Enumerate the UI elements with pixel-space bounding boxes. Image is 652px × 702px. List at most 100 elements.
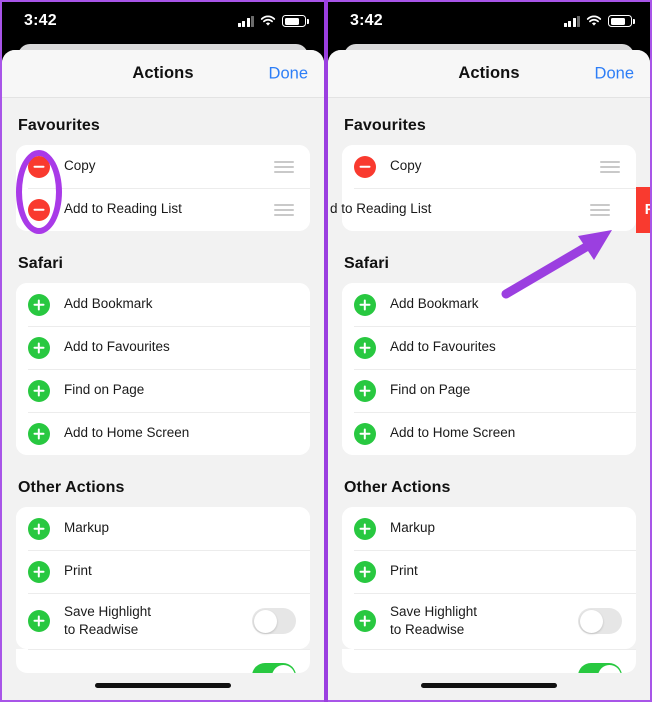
sheet-body[interactable]: Favourites Copy d to Reading List Remove	[328, 99, 650, 702]
favourites-card: Copy d to Reading List Remove	[330, 145, 650, 233]
list-item-label: Add to Home Screen	[64, 425, 190, 441]
wifi-icon	[260, 15, 276, 26]
cellular-signal-icon	[237, 15, 254, 27]
list-item-label: Copy	[390, 158, 422, 174]
list-item-find-on-page[interactable]: Find on Page	[342, 369, 636, 412]
section-title-favourites: Favourites	[18, 117, 100, 134]
partial-row-toggle[interactable]	[578, 663, 622, 673]
status-time: 3:42	[350, 12, 383, 29]
list-item-label: Add to Reading List	[64, 201, 182, 217]
sheet-header: Actions Done	[2, 50, 324, 98]
done-button[interactable]: Done	[595, 64, 634, 83]
list-item-add-to-reading-list-swiped[interactable]: d to Reading List Remove	[330, 187, 650, 233]
home-indicator	[95, 683, 231, 688]
plus-circle-icon[interactable]	[354, 610, 376, 632]
section-other-actions: Other Actions Markup Print Save Highligh…	[328, 461, 650, 673]
status-time: 3:42	[24, 12, 57, 29]
readwise-toggle[interactable]	[578, 608, 622, 634]
list-item-label: d to Reading List	[330, 201, 432, 217]
done-button[interactable]: Done	[269, 64, 308, 83]
actions-sheet-left: Actions Done Favourites Copy Add to Read…	[2, 50, 324, 702]
left-phone-panel: 3:42 Actions Done Favourites Copy Add to…	[0, 0, 326, 702]
section-title-favourites: Favourites	[344, 117, 426, 134]
status-indicators	[563, 15, 635, 27]
drag-handle-icon[interactable]	[600, 160, 620, 173]
list-item-add-bookmark[interactable]: Add Bookmark	[342, 283, 636, 326]
plus-circle-icon[interactable]	[354, 422, 376, 445]
list-item-markup[interactable]: Markup	[16, 507, 310, 550]
minus-circle-icon[interactable]	[28, 198, 50, 221]
list-item-add-to-home-screen[interactable]: Add to Home Screen	[342, 412, 636, 455]
section-title-other-actions: Other Actions	[18, 479, 125, 496]
minus-circle-icon[interactable]	[354, 155, 376, 178]
plus-circle-icon[interactable]	[28, 517, 50, 540]
page-title: Actions	[458, 64, 520, 82]
battery-icon	[282, 15, 309, 27]
plus-circle-icon[interactable]	[28, 610, 50, 632]
screenshot-root: 3:42 Actions Done Favourites Copy Add to…	[0, 0, 652, 702]
section-favourites: Favourites Copy d to Reading List Remove	[328, 99, 650, 233]
actions-sheet-right: Actions Done Favourites Copy d to Readin	[328, 50, 650, 702]
list-item-label: Save Highlight to Readwise	[64, 603, 152, 637]
list-item-label: Find on Page	[390, 382, 471, 398]
plus-circle-icon[interactable]	[28, 422, 50, 445]
list-item-print[interactable]: Print	[342, 550, 636, 593]
list-item-label: Print	[390, 563, 418, 579]
list-item-print[interactable]: Print	[16, 550, 310, 593]
list-item-add-bookmark[interactable]: Add Bookmark	[16, 283, 310, 326]
section-safari: Safari Add Bookmark Add to Favourites Fi…	[328, 237, 650, 455]
page-title: Actions	[132, 64, 194, 82]
plus-circle-icon[interactable]	[28, 336, 50, 359]
partial-row-toggle[interactable]	[252, 663, 296, 673]
plus-circle-icon[interactable]	[354, 379, 376, 402]
list-item-copy[interactable]: Copy	[16, 145, 310, 188]
list-item-label: Copy	[64, 158, 96, 174]
list-item-add-to-favourites[interactable]: Add to Favourites	[16, 326, 310, 369]
section-title-safari: Safari	[344, 255, 390, 272]
plus-circle-icon[interactable]	[354, 293, 376, 316]
list-item-add-to-favourites[interactable]: Add to Favourites	[342, 326, 636, 369]
list-item-label: Save Highlight to Readwise	[390, 603, 478, 637]
list-item-label: Markup	[390, 520, 436, 536]
plus-circle-icon[interactable]	[354, 517, 376, 540]
list-item-find-on-page[interactable]: Find on Page	[16, 369, 310, 412]
list-item-add-to-home-screen[interactable]: Add to Home Screen	[16, 412, 310, 455]
plus-circle-icon[interactable]	[28, 560, 50, 583]
plus-circle-icon[interactable]	[28, 293, 50, 316]
safari-card: Add Bookmark Add to Favourites Find on P…	[16, 283, 310, 455]
wifi-icon	[586, 15, 602, 26]
list-item-markup[interactable]: Markup	[342, 507, 636, 550]
drag-handle-icon[interactable]	[274, 203, 294, 216]
list-item-label: Add to Home Screen	[390, 425, 516, 441]
status-indicators	[237, 15, 309, 27]
sheet-body[interactable]: Favourites Copy Add to Reading List Safa…	[2, 99, 324, 702]
list-item-label: Add Bookmark	[390, 296, 479, 312]
plus-circle-icon[interactable]	[28, 379, 50, 402]
other-actions-card: Markup Print Save Highlight to Readwise	[342, 507, 636, 649]
battery-icon	[608, 15, 635, 27]
list-item-save-highlight-to-readwise[interactable]: Save Highlight to Readwise	[16, 593, 310, 649]
list-item-add-to-reading-list[interactable]: Add to Reading List	[16, 188, 310, 231]
section-safari: Safari Add Bookmark Add to Favourites Fi…	[2, 237, 324, 455]
cellular-signal-icon	[563, 15, 580, 27]
plus-circle-icon[interactable]	[354, 336, 376, 359]
drag-handle-icon[interactable]	[274, 160, 294, 173]
right-phone-panel: 3:42 Actions Done Favourites Copy d to R…	[326, 0, 652, 702]
status-bar-right: 3:42	[326, 0, 652, 42]
list-item-label: Add to Favourites	[390, 339, 496, 355]
partial-next-row[interactable]	[16, 649, 310, 673]
readwise-toggle[interactable]	[252, 608, 296, 634]
status-bar-left: 3:42	[0, 0, 326, 42]
plus-circle-icon[interactable]	[354, 560, 376, 583]
minus-circle-icon[interactable]	[28, 155, 50, 178]
list-item-save-highlight-to-readwise[interactable]: Save Highlight to Readwise	[342, 593, 636, 649]
list-item-copy[interactable]: Copy	[342, 145, 636, 188]
list-item-label: Find on Page	[64, 382, 145, 398]
other-actions-card: Markup Print Save Highlight to Readwise	[16, 507, 310, 649]
list-item-label: Add Bookmark	[64, 296, 153, 312]
sheet-header: Actions Done	[328, 50, 650, 98]
section-title-safari: Safari	[18, 255, 64, 272]
partial-next-row[interactable]	[342, 649, 636, 673]
drag-handle-icon[interactable]	[590, 203, 610, 216]
remove-button[interactable]: Remove	[636, 187, 650, 233]
